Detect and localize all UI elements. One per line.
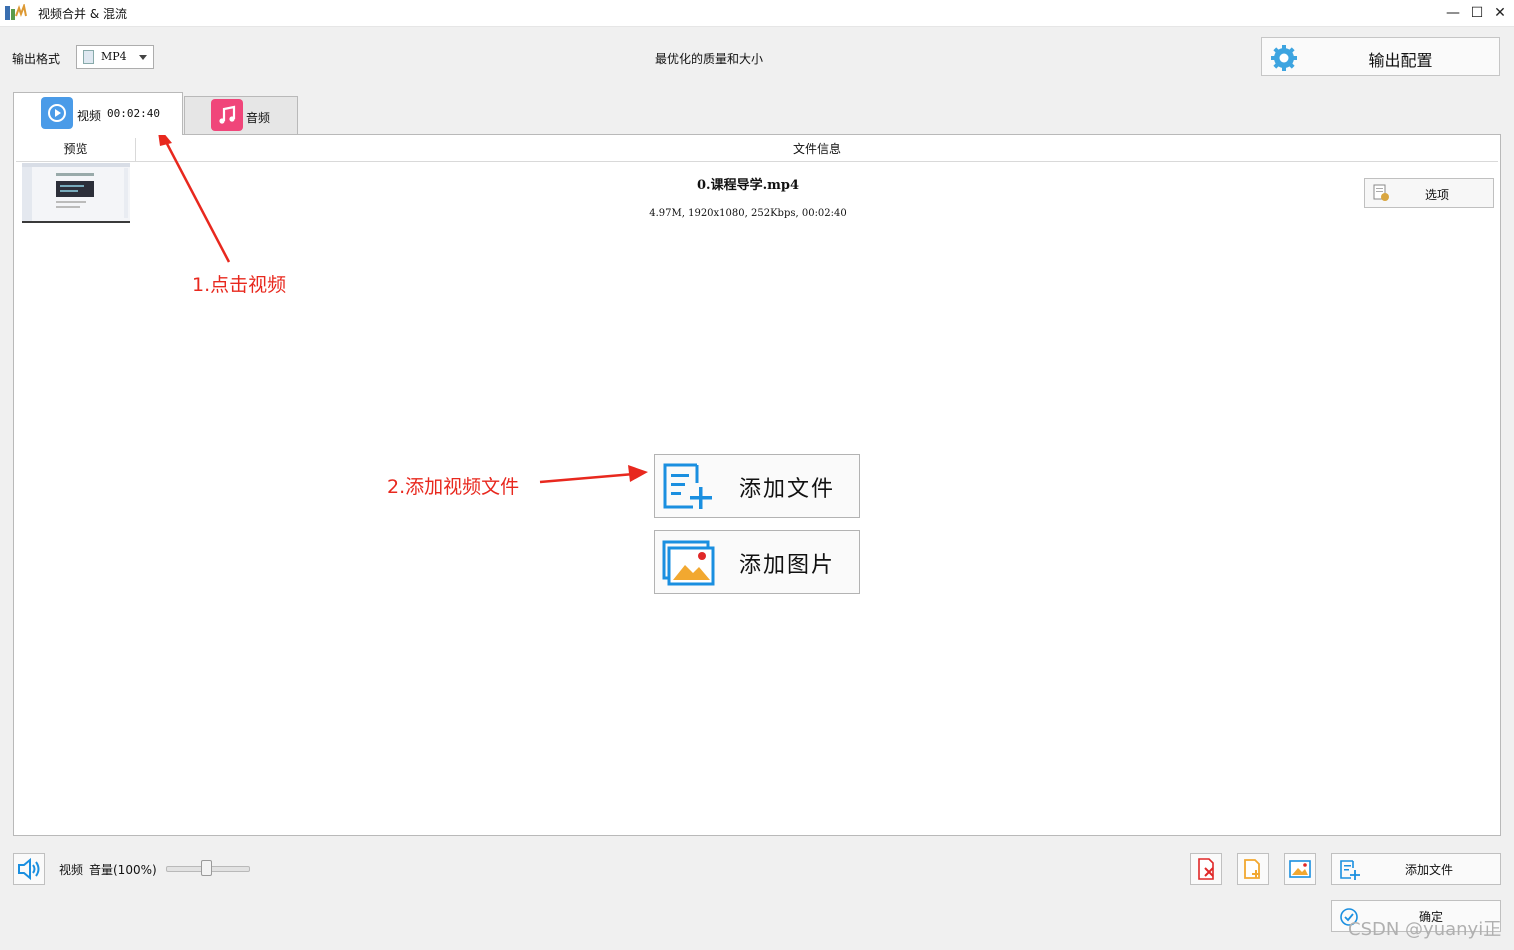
annotation-step2: 2.添加视频文件	[387, 476, 520, 498]
play-circle-icon	[41, 97, 73, 129]
annotation-arrows	[157, 125, 648, 484]
volume-label: 音量(100%)	[89, 863, 157, 877]
image-icon	[1289, 860, 1311, 878]
add-file-small-label: 添加文件	[1405, 863, 1454, 877]
volume-button[interactable]	[13, 853, 45, 885]
add-file-small-button[interactable]: 添加文件	[1331, 853, 1501, 885]
annotation-step1: 1.点击视频	[192, 274, 287, 296]
remove-file-button[interactable]	[1190, 853, 1222, 885]
watermark: CSDN @yuanyi正	[1348, 919, 1502, 940]
add-folder-button[interactable]	[1237, 853, 1269, 885]
add-file-icon	[1340, 860, 1360, 880]
add-folder-icon	[1244, 859, 1260, 879]
volume-slider-thumb[interactable]	[201, 860, 212, 876]
tab-video-label: 视频	[77, 109, 102, 123]
tab-video[interactable]: 视频 00:02:40	[13, 92, 183, 135]
track-label: 视频	[59, 863, 84, 877]
speaker-icon	[18, 857, 40, 881]
delete-file-icon	[1198, 858, 1214, 880]
add-image-small-button[interactable]	[1284, 853, 1316, 885]
tab-video-duration: 00:02:40	[107, 107, 160, 120]
